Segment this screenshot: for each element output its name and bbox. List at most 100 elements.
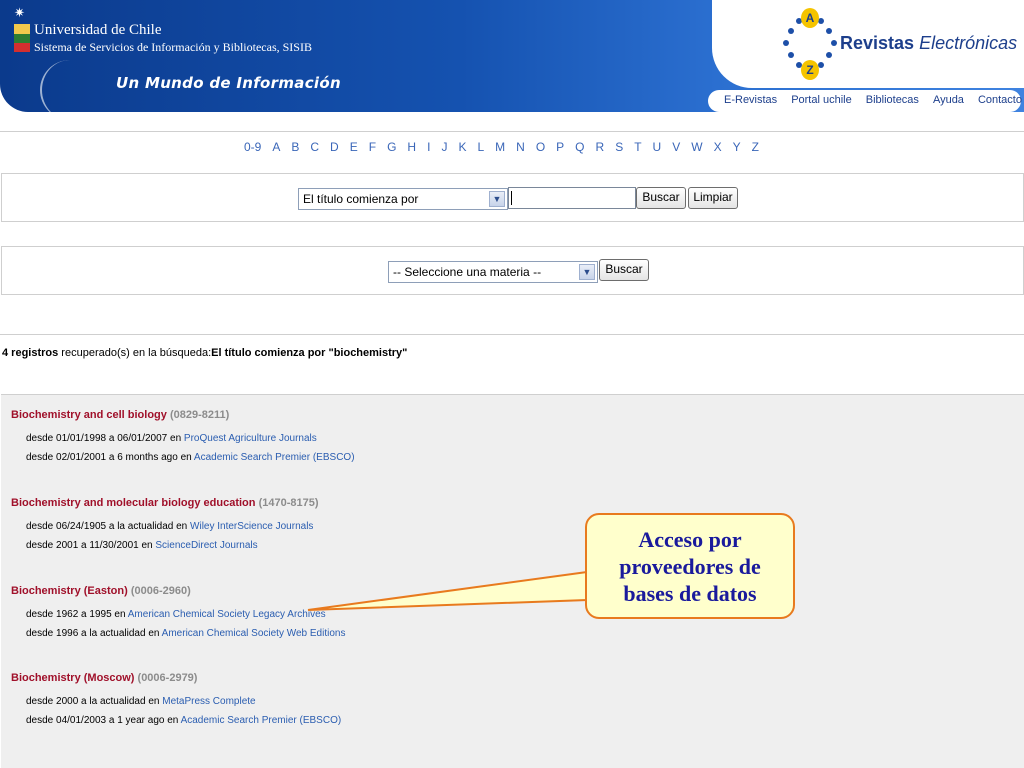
alpha-link[interactable]: U <box>653 140 662 154</box>
journal-issn: (1470-8175) <box>258 497 319 509</box>
title-mode-value: El título comienza por <box>303 192 419 206</box>
header-arc-decoration <box>40 60 100 120</box>
holding-range: desde 1962 a 1995 en <box>26 609 128 620</box>
alpha-link[interactable]: P <box>556 140 564 154</box>
result-count: 4 registros <box>2 347 59 359</box>
holding-row: desde 1996 a la actualidad en American C… <box>26 628 345 639</box>
holding-range: desde 04/01/2003 a 1 year ago en <box>26 715 181 726</box>
page: ✷ Universidad de Chile Sistema de Servic… <box>0 0 1024 768</box>
journal-entry: Biochemistry (Moscow) (0006-2979) <box>11 672 197 684</box>
holding-range: desde 02/01/2001 a 6 months ago en <box>26 452 194 463</box>
provider-link[interactable]: Wiley InterScience Journals <box>190 521 313 532</box>
holding-range: desde 2001 a 11/30/2001 en <box>26 540 156 551</box>
top-nav: E-Revistas Portal uchile Bibliotecas Ayu… <box>724 94 1022 106</box>
result-summary: 4 registros recuperado(s) en la búsqueda… <box>2 347 408 359</box>
callout-text: Acceso por proveedores de bases de datos <box>619 526 761 606</box>
alpha-link[interactable]: F <box>369 140 376 154</box>
callout-box: Acceso por proveedores de bases de datos <box>585 513 795 619</box>
alpha-link[interactable]: Q <box>575 140 584 154</box>
holding-range: desde 06/24/1905 a la actualidad en <box>26 521 191 532</box>
subject-select[interactable]: -- Seleccione una materia -- ▼ <box>388 261 598 283</box>
alpha-link[interactable]: Z <box>752 140 759 154</box>
alpha-link[interactable]: E <box>350 140 358 154</box>
holding-row: desde 01/01/1998 a 06/01/2007 en ProQues… <box>26 433 317 444</box>
journal-entry: Biochemistry (Easton) (0006-2960) <box>11 585 191 597</box>
title-search-button[interactable]: Buscar <box>636 187 686 209</box>
nav-bibliotecas[interactable]: Bibliotecas <box>866 94 919 106</box>
title-search-input[interactable] <box>508 187 636 209</box>
holding-range: desde 2000 a la actualidad en <box>26 696 163 707</box>
clear-button[interactable]: Limpiar <box>688 187 738 209</box>
alpha-link[interactable]: N <box>516 140 525 154</box>
alpha-link[interactable]: I <box>427 140 430 154</box>
subject-search-button[interactable]: Buscar <box>599 259 649 281</box>
journal-title[interactable]: Biochemistry and molecular biology educa… <box>11 497 256 509</box>
alpha-link[interactable]: J <box>441 140 447 154</box>
provider-link[interactable]: MetaPress Complete <box>162 696 255 707</box>
alpha-link[interactable]: R <box>596 140 605 154</box>
brand-title: Revistas Electrónicas <box>840 33 1018 53</box>
title-mode-select[interactable]: El título comienza por ▼ <box>298 188 508 210</box>
alpha-link[interactable]: B <box>291 140 299 154</box>
nav-e-revistas[interactable]: E-Revistas <box>724 94 777 106</box>
alpha-link[interactable]: O <box>536 140 545 154</box>
alpha-link[interactable]: G <box>387 140 396 154</box>
provider-link[interactable]: American Chemical Society Legacy Archive… <box>128 609 326 620</box>
holding-row: desde 02/01/2001 a 6 months ago en Acade… <box>26 452 355 463</box>
subject-search-panel: -- Seleccione una materia -- ▼ Buscar <box>1 246 1024 295</box>
holding-row: desde 2001 a 11/30/2001 en ScienceDirect… <box>26 540 258 551</box>
provider-link[interactable]: American Chemical Society Web Editions <box>162 628 346 639</box>
star-icon: ✷ <box>14 5 25 20</box>
alpha-link[interactable]: D <box>330 140 339 154</box>
university-logo-icon <box>14 24 30 52</box>
journal-title[interactable]: Biochemistry and cell biology <box>11 409 167 421</box>
journal-entry: Biochemistry and cell biology (0829-8211… <box>11 409 229 421</box>
site-header: ✷ Universidad de Chile Sistema de Servic… <box>0 0 1024 120</box>
alpha-link[interactable]: 0-9 <box>244 140 261 154</box>
header-tagline: Un Mundo de Información <box>116 74 341 92</box>
chevron-down-icon: ▼ <box>579 264 595 280</box>
alpha-link[interactable]: Y <box>733 140 741 154</box>
journal-title[interactable]: Biochemistry (Easton) <box>11 585 128 597</box>
journal-issn: (0006-2979) <box>137 672 198 684</box>
alpha-link[interactable]: H <box>407 140 416 154</box>
holding-row: desde 2000 a la actualidad en MetaPress … <box>26 696 256 707</box>
journal-issn: (0829-8211) <box>169 409 230 421</box>
journal-title[interactable]: Biochemistry (Moscow) <box>11 672 134 684</box>
result-query: El título comienza por "biochemistry" <box>211 347 408 359</box>
alpha-link[interactable]: T <box>634 140 641 154</box>
alpha-link[interactable]: C <box>310 140 319 154</box>
provider-link[interactable]: Academic Search Premier (EBSCO) <box>194 452 355 463</box>
university-name: Universidad de Chile <box>34 22 162 38</box>
holding-range: desde 1996 a la actualidad en <box>26 628 162 639</box>
holding-row: desde 1962 a 1995 en American Chemical S… <box>26 609 326 620</box>
holding-row: desde 04/01/2003 a 1 year ago en Academi… <box>26 715 341 726</box>
title-search-panel: El título comienza por ▼ Buscar Limpiar <box>1 173 1024 222</box>
journal-issn: (0006-2960) <box>130 585 191 597</box>
alpha-link[interactable]: V <box>672 140 680 154</box>
results-list: Biochemistry and cell biology (0829-8211… <box>1 394 1024 768</box>
provider-link[interactable]: ScienceDirect Journals <box>155 540 257 551</box>
alpha-link[interactable]: W <box>691 140 702 154</box>
alpha-link[interactable]: S <box>615 140 623 154</box>
journal-entry: Biochemistry and molecular biology educa… <box>11 497 319 509</box>
alpha-link[interactable]: X <box>714 140 722 154</box>
alpha-link[interactable]: M <box>495 140 505 154</box>
alpha-link[interactable]: K <box>458 140 466 154</box>
nav-portal-uchile[interactable]: Portal uchile <box>791 94 852 106</box>
nav-ayuda[interactable]: Ayuda <box>933 94 964 106</box>
alpha-link[interactable]: L <box>477 140 484 154</box>
nav-contacto[interactable]: Contacto <box>978 94 1022 106</box>
provider-link[interactable]: ProQuest Agriculture Journals <box>184 433 317 444</box>
alphabet-index: 0-9 A B C D E F G H I J K L M N O P Q R S T U V W X Y Z <box>244 140 759 154</box>
divider <box>0 334 1024 335</box>
holding-row: desde 06/24/1905 a la actualidad en Wile… <box>26 521 313 532</box>
subject-select-value: -- Seleccione una materia -- <box>393 265 542 279</box>
system-name: Sistema de Servicios de Información y Bi… <box>34 40 312 54</box>
chevron-down-icon: ▼ <box>489 191 505 207</box>
az-logo-icon: A Z <box>780 8 840 80</box>
holding-range: desde 01/01/1998 a 06/01/2007 en <box>26 433 184 444</box>
provider-link[interactable]: Academic Search Premier (EBSCO) <box>181 715 342 726</box>
alpha-link[interactable]: A <box>272 140 280 154</box>
divider <box>0 131 1024 132</box>
